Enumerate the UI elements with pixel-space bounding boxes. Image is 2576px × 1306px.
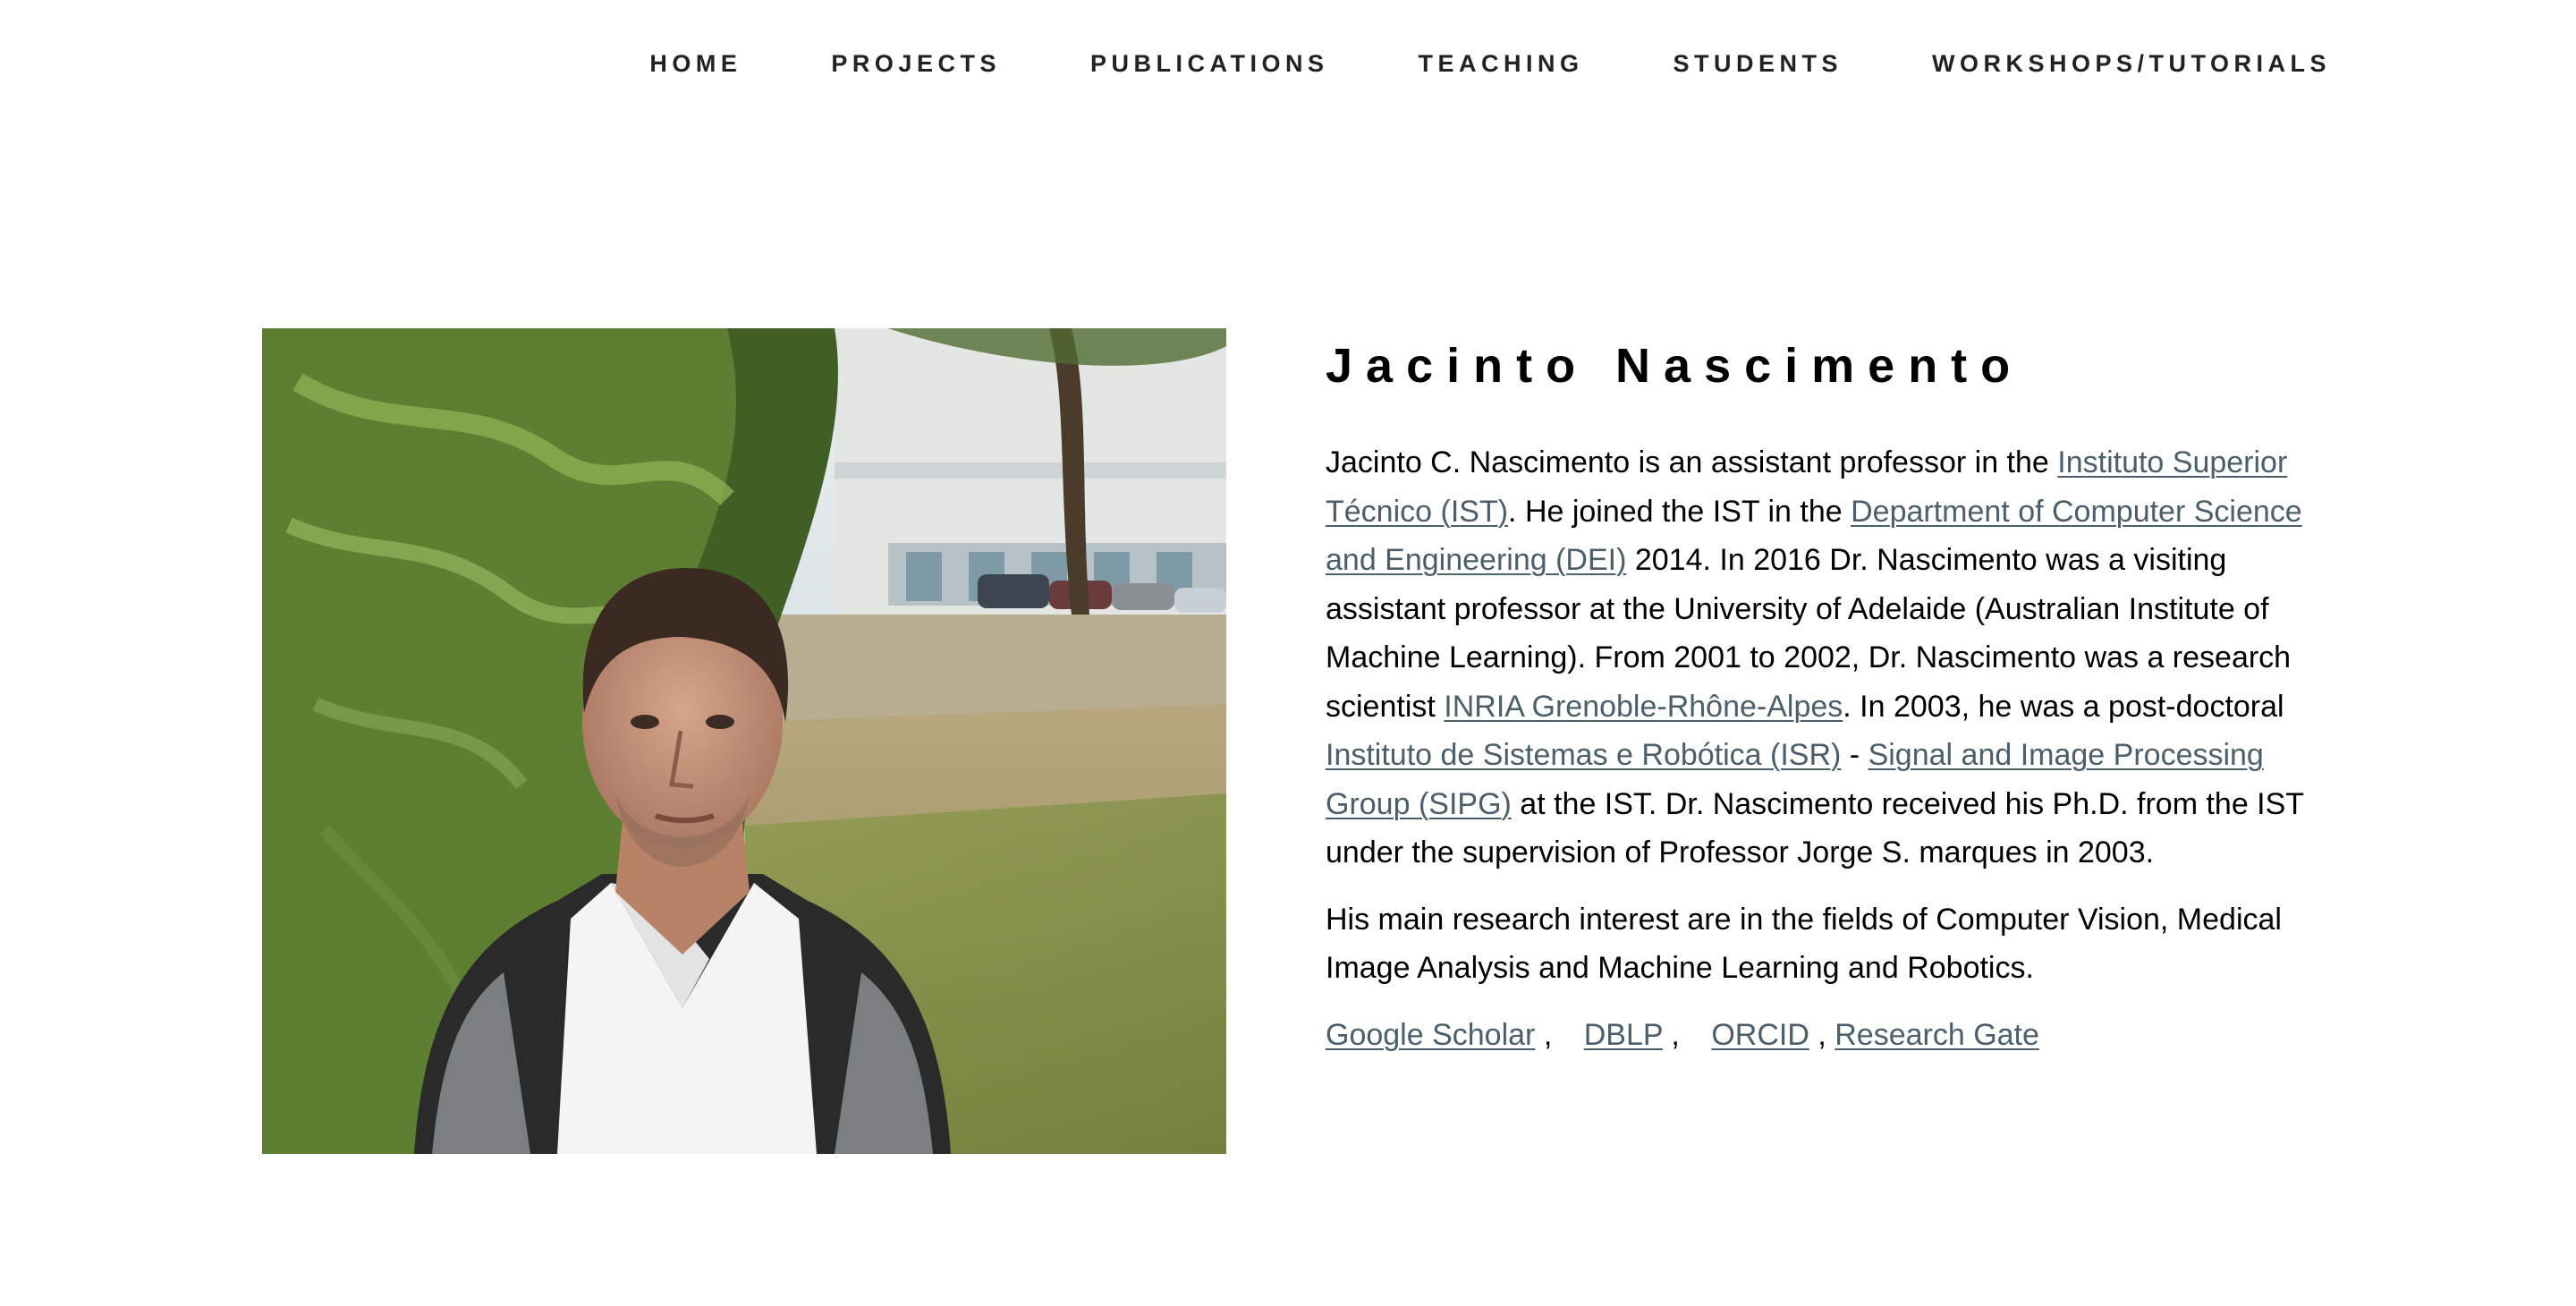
dblp-link[interactable]: DBLP	[1584, 1018, 1663, 1052]
profile-content: Jacinto Nascimento Jacinto C. Nascimento…	[1326, 336, 2336, 1059]
nav-teaching-link[interactable]: TEACHING	[1418, 50, 1583, 78]
profile-name: Jacinto Nascimento	[1326, 339, 2024, 393]
isr-link[interactable]: Instituto de Sistemas e Robótica (ISR)	[1326, 738, 1841, 772]
link-separator: ,	[1818, 1017, 1826, 1052]
google-scholar-link[interactable]: Google Scholar	[1326, 1018, 1535, 1052]
bio-text: Jacinto C. Nascimento is an assistant pr…	[1326, 445, 2058, 479]
nav-workshops-tutorials-link[interactable]: WORKSHOPS/TUTORIALS	[1932, 50, 2331, 78]
research-interest-paragraph: His main research interest are in the fi…	[1326, 902, 2282, 986]
profile-photo	[262, 328, 1226, 1154]
profile-links: Google Scholar , DBLP , ORCID , Research…	[1326, 1011, 2336, 1060]
bio-text: . In 2003, he was a post-doctoral	[1843, 689, 2284, 724]
nav-home-link[interactable]: HOME	[649, 50, 741, 78]
nav-students-link[interactable]: STUDENTS	[1673, 50, 1843, 78]
bio-text: . He joined the IST in the	[1508, 494, 1852, 529]
bio-paragraph: Jacinto C. Nascimento is an assistant pr…	[1326, 438, 2336, 878]
link-separator: ,	[1671, 1017, 1680, 1052]
bio-text: -	[1841, 738, 1868, 772]
top-navigation: HOME PROJECTS PUBLICATIONS TEACHING STUD…	[649, 50, 2331, 78]
nav-publications-link[interactable]: PUBLICATIONS	[1090, 50, 1329, 78]
orcid-link[interactable]: ORCID	[1711, 1018, 1809, 1052]
profile-photo-image	[262, 328, 1226, 1154]
research-gate-link[interactable]: Research Gate	[1835, 1018, 2039, 1052]
link-separator: ,	[1543, 1017, 1553, 1052]
nav-projects-link[interactable]: PROJECTS	[831, 50, 1001, 78]
inria-link[interactable]: INRIA Grenoble-Rhône-Alpes	[1444, 690, 1843, 724]
